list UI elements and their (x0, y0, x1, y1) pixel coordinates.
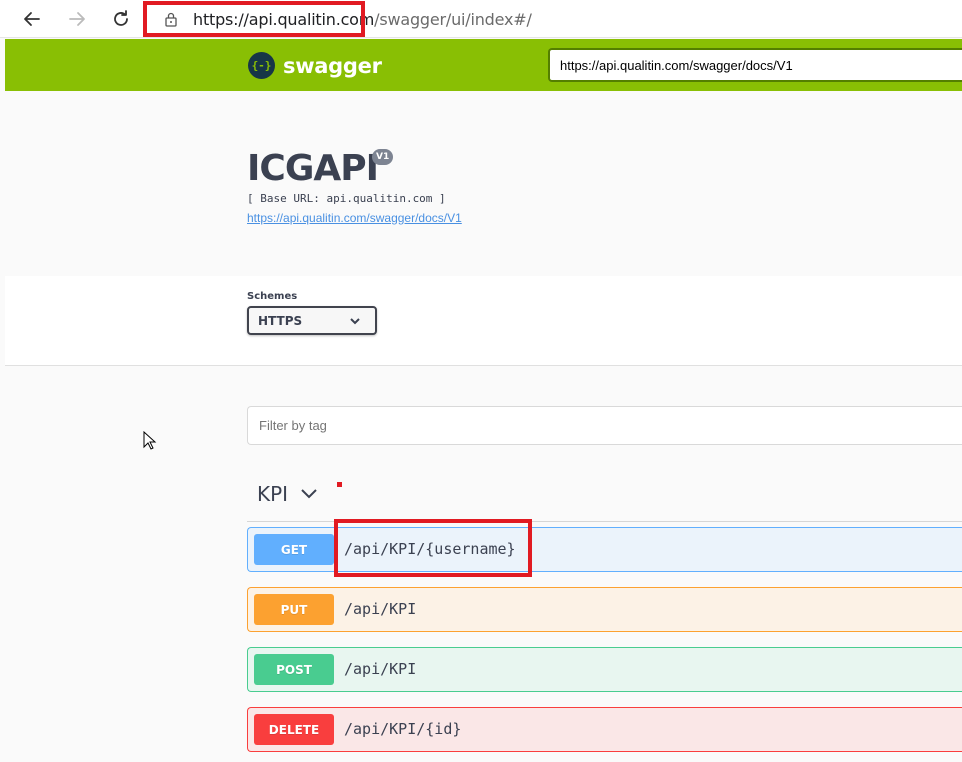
annotation-dot (337, 482, 342, 487)
base-url: [ Base URL: api.qualitin.com ] (247, 192, 446, 205)
operation-delete-id[interactable]: DELETE /api/KPI/{id} (247, 707, 962, 752)
api-info: ICGAPI V1 [ Base URL: api.qualitin.com ]… (5, 91, 962, 276)
filter-input[interactable]: Filter by tag (247, 406, 962, 445)
operation-path: /api/KPI (344, 660, 417, 678)
version-badge: V1 (372, 149, 394, 165)
refresh-icon (114, 10, 128, 26)
operation-put-kpi[interactable]: PUT /api/KPI (247, 587, 962, 632)
chevron-down-icon (350, 318, 360, 325)
arrow-left-icon (24, 12, 40, 26)
schemes-label: Schemes (247, 291, 298, 302)
swagger-logo-icon: {-} (248, 52, 275, 79)
schemes-selected-value: HTTPS (258, 313, 303, 328)
method-badge: POST (254, 654, 334, 685)
swagger-topbar: {-} swagger https://api.qualitin.com/swa… (5, 39, 962, 91)
url-path: /swagger/ui/index#/ (374, 9, 532, 29)
refresh-button[interactable] (109, 7, 133, 31)
schemes-section: Schemes HTTPS (5, 276, 962, 366)
tag-name: KPI (257, 482, 289, 506)
operation-path: /api/KPI/{id} (344, 720, 462, 738)
schemes-select[interactable]: HTTPS (247, 306, 377, 335)
tag-header-kpi[interactable]: KPI (247, 474, 962, 522)
chevron-down-icon (301, 489, 317, 499)
arrow-right-icon (69, 12, 85, 26)
api-title: ICGAPI (247, 148, 379, 189)
spec-url-input[interactable]: https://api.qualitin.com/swagger/docs/V1 (548, 48, 962, 82)
back-button[interactable] (20, 7, 44, 31)
highlight-box-url (143, 1, 365, 37)
operation-path: /api/KPI (344, 600, 417, 618)
swagger-logo-text: swagger (283, 53, 382, 78)
operation-post-kpi[interactable]: POST /api/KPI (247, 647, 962, 692)
highlight-box-path (334, 519, 532, 577)
swagger-logo[interactable]: {-} swagger (248, 52, 382, 79)
method-badge: DELETE (254, 714, 334, 745)
mouse-cursor-icon (143, 431, 157, 450)
forward-button[interactable] (65, 7, 89, 31)
method-badge: GET (254, 534, 334, 565)
method-badge: PUT (254, 594, 334, 625)
spec-link[interactable]: https://api.qualitin.com/swagger/docs/V1 (247, 211, 462, 225)
